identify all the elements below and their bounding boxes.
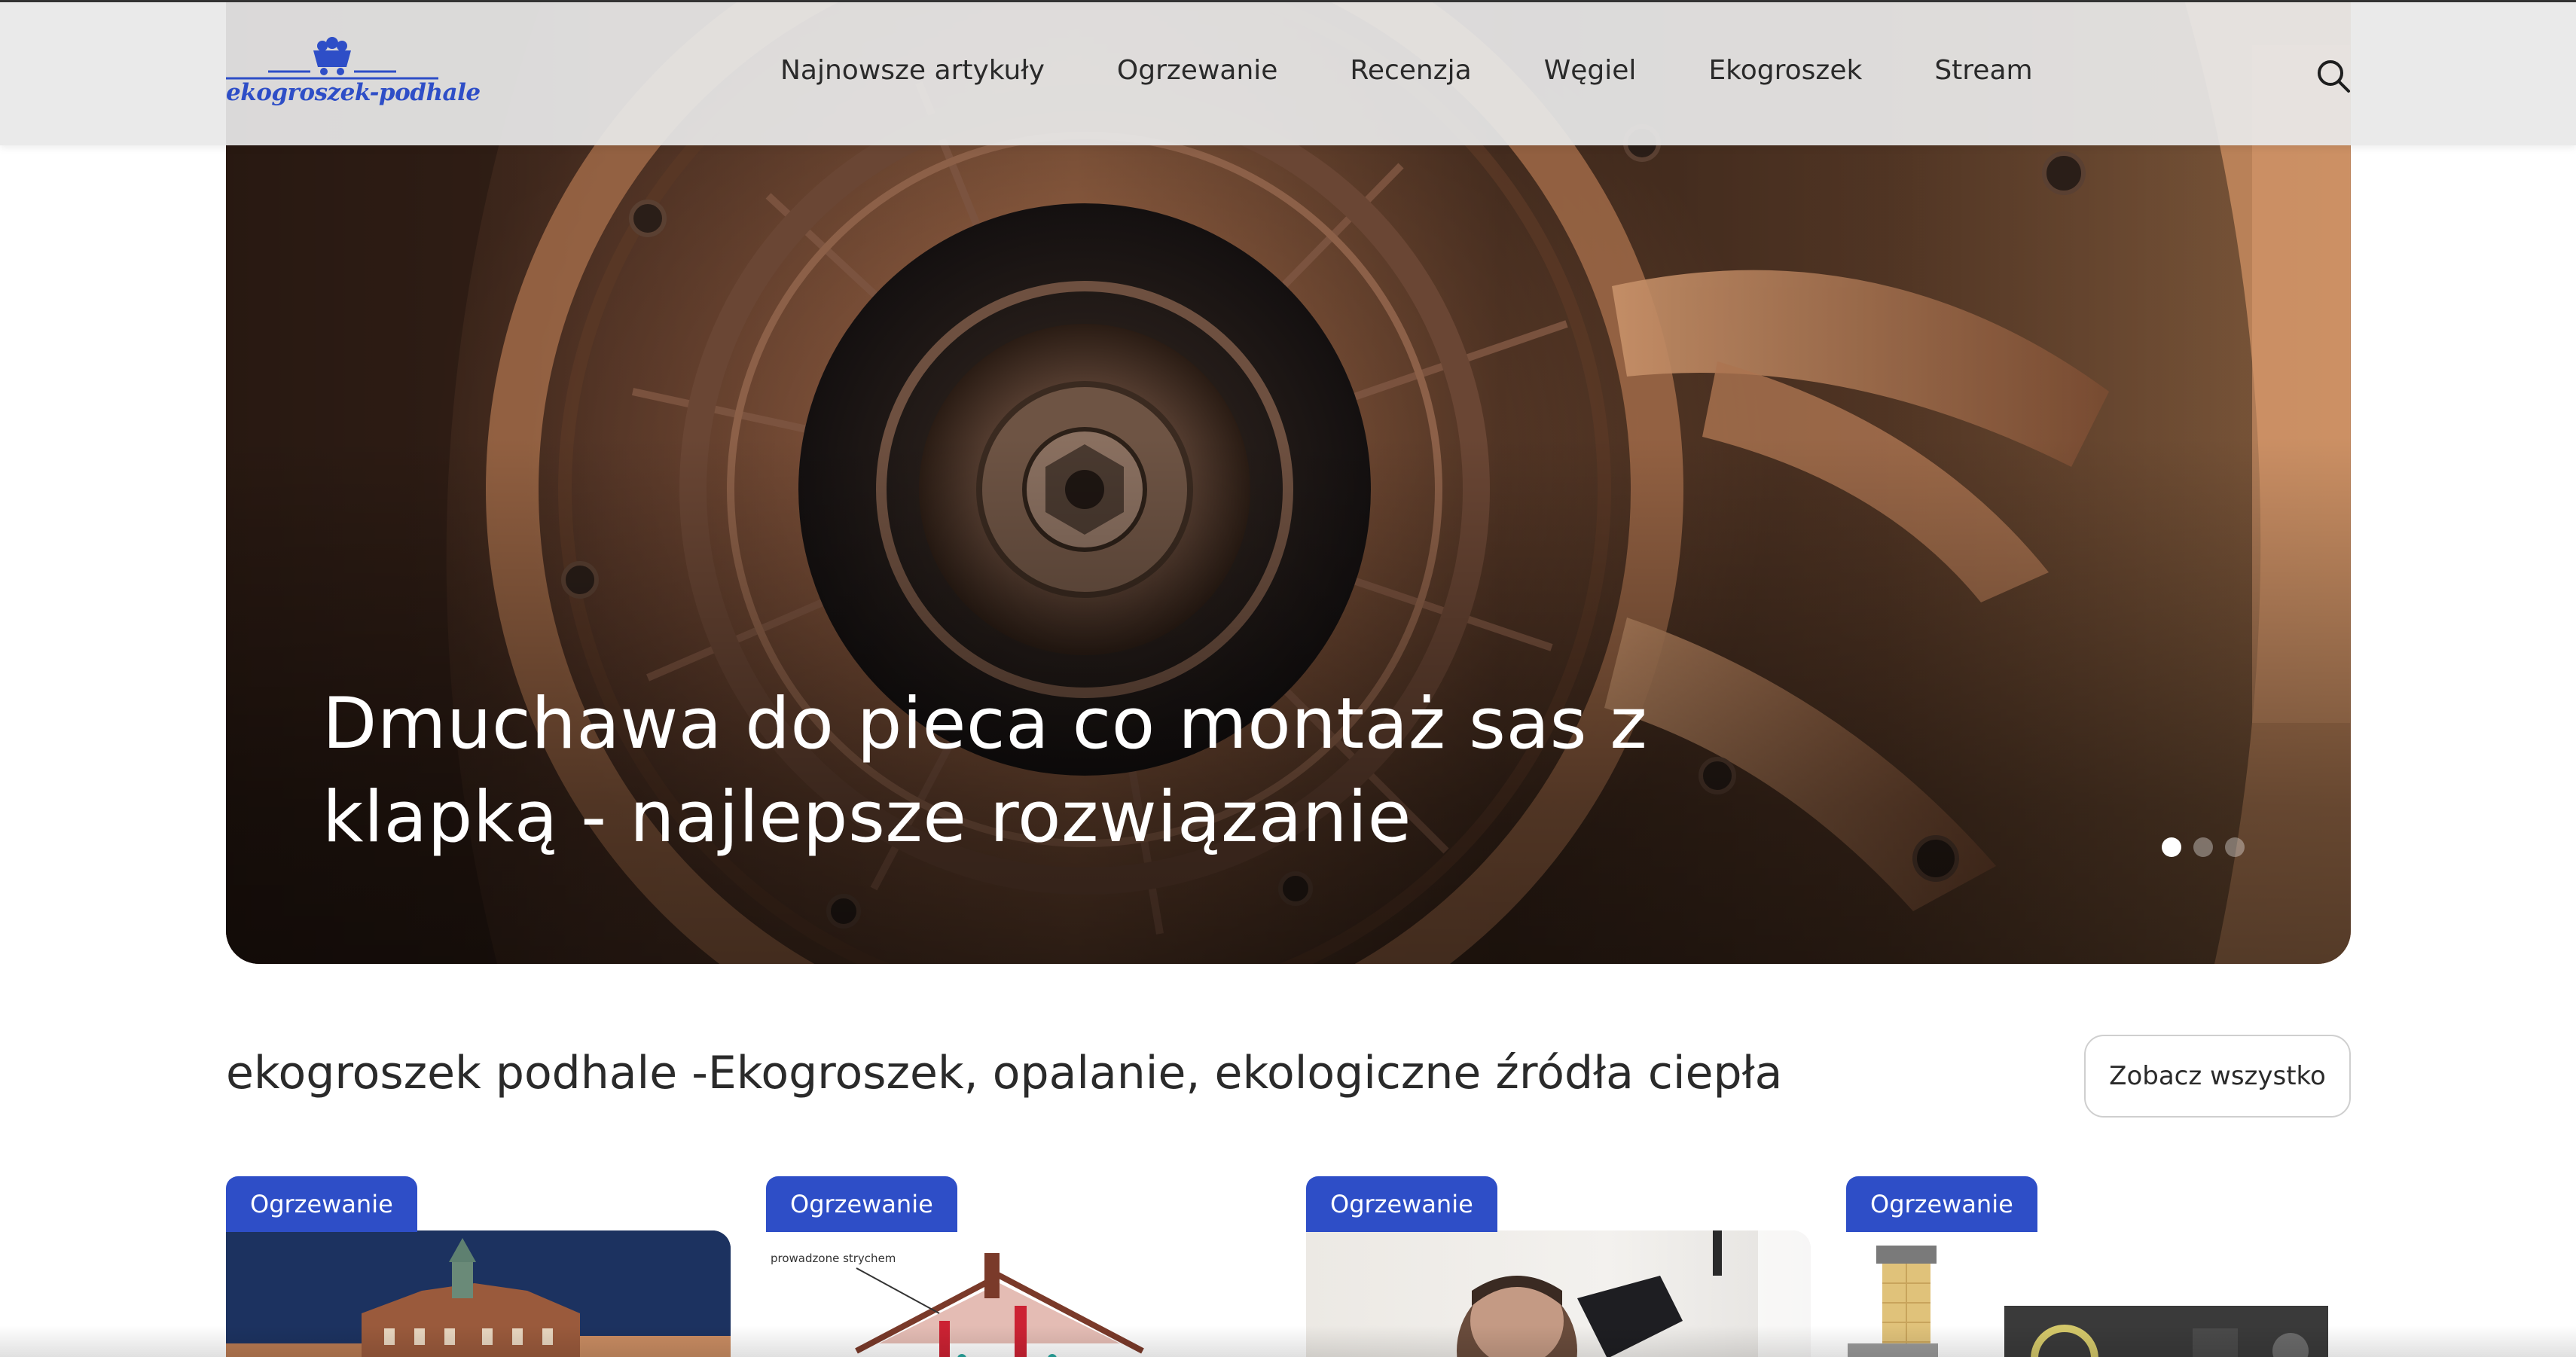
category-badge[interactable]: Ogrzewanie (1846, 1176, 2037, 1232)
diagram-caption: prowadzone strychem (771, 1252, 896, 1265)
site-header: ekogroszek-podhale Najnowsze artykuły Og… (0, 0, 2576, 145)
article-thumbnail[interactable] (1306, 1230, 1811, 1357)
article-thumbnail[interactable] (1846, 1230, 2351, 1357)
site-logo[interactable]: ekogroszek-podhale (226, 37, 481, 112)
search-button[interactable] (2315, 58, 2352, 94)
hero-title[interactable]: Dmuchawa do pieca co montaż sas z klapką… (322, 678, 1678, 865)
nav-item-latest[interactable]: Najnowsze artykuły (780, 55, 1045, 86)
nav-item-heating[interactable]: Ogrzewanie (1117, 55, 1278, 86)
coal-cart-icon (268, 37, 396, 75)
slider-dot-3[interactable] (2225, 837, 2245, 857)
category-badge[interactable]: Ogrzewanie (766, 1176, 957, 1232)
category-badge[interactable]: Ogrzewanie (1306, 1176, 1497, 1232)
logo-underline (226, 77, 438, 80)
technician-image (1457, 1230, 1811, 1357)
search-icon (2318, 60, 2350, 93)
article-thumbnail[interactable] (226, 1230, 731, 1357)
nav-item-coal[interactable]: Węgiel (1544, 55, 1637, 86)
category-badge[interactable]: Ogrzewanie (226, 1176, 417, 1232)
building-image (226, 1230, 731, 1357)
chimney-image (1848, 1246, 2328, 1357)
logo-text: ekogroszek-podhale (226, 79, 481, 106)
nav-item-ekogroszek[interactable]: Ekogroszek (1708, 55, 1862, 86)
section-title: ekogroszek podhale -Ekogroszek, opalanie… (226, 1047, 1783, 1099)
article-card[interactable]: Ogrzewanie (1846, 1176, 2351, 1357)
house-diagram-image: prowadzone strychem (771, 1252, 1144, 1357)
article-card[interactable]: Ogrzewanie (1306, 1176, 1811, 1357)
slider-dot-1[interactable] (2162, 837, 2181, 857)
article-card[interactable]: Ogrzewanie (226, 1176, 731, 1357)
slider-dot-2[interactable] (2193, 837, 2213, 857)
article-thumbnail[interactable]: prowadzone strychem (766, 1230, 1271, 1357)
see-all-button[interactable]: Zobacz wszystko (2084, 1035, 2351, 1118)
article-card[interactable]: Ogrzewanie prowadzone strychem (766, 1176, 1271, 1357)
nav-item-review[interactable]: Recenzja (1350, 55, 1471, 86)
slider-dots (2162, 837, 2245, 857)
nav-item-stream[interactable]: Stream (1934, 55, 2032, 86)
main-nav: Najnowsze artykuły Ogrzewanie Recenzja W… (780, 55, 2033, 86)
